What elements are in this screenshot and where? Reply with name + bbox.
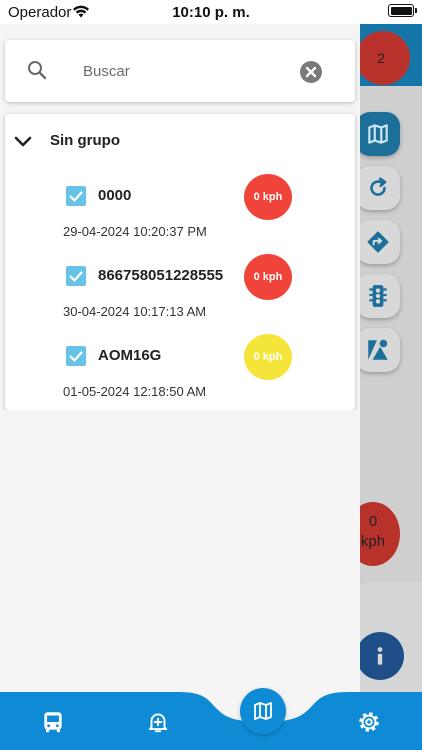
nav-vehicles[interactable] xyxy=(35,704,71,740)
traffic-light-icon xyxy=(369,285,387,307)
directions-icon xyxy=(367,231,389,253)
vehicle-checkbox[interactable] xyxy=(66,346,86,366)
nav-settings[interactable] xyxy=(351,704,387,740)
bus-icon xyxy=(44,712,62,733)
vehicle-speed-badge: 0 kph xyxy=(244,334,292,380)
chevron-down-icon[interactable] xyxy=(13,132,33,152)
group-title: Sin grupo xyxy=(50,132,120,149)
clear-icon[interactable] xyxy=(299,60,323,84)
settings-icon xyxy=(359,712,379,732)
notification-badge[interactable]: 2 xyxy=(356,31,410,85)
vehicle-name: 0000 xyxy=(98,187,132,204)
vehicle-speed-badge: 0 kph xyxy=(244,254,292,300)
directions-button[interactable] xyxy=(356,220,400,264)
group-header[interactable]: Sin grupo xyxy=(5,114,355,166)
refresh-button[interactable] xyxy=(356,166,400,210)
info-icon xyxy=(377,647,383,665)
search-bar xyxy=(5,40,355,102)
search-icon xyxy=(28,61,47,80)
checkmark-icon xyxy=(69,271,83,282)
bottom-navigation xyxy=(0,692,422,750)
map-icon xyxy=(254,702,272,720)
vehicle-name: AOM16G xyxy=(98,347,162,364)
refresh-icon xyxy=(370,177,387,196)
battery-icon xyxy=(388,4,417,17)
checkmark-icon xyxy=(69,351,83,362)
traffic-button[interactable] xyxy=(356,274,400,318)
vehicle-row[interactable]: 0000 0 kph 29-04-2024 10:20:37 PM xyxy=(5,174,355,254)
vehicle-row[interactable]: 866758051228555 0 kph 30-04-2024 10:17:1… xyxy=(5,254,355,334)
alert-bell-icon xyxy=(148,713,168,733)
vehicle-speed: 0 kph xyxy=(253,271,283,283)
layers-icon xyxy=(368,339,388,360)
vehicle-last-update: 30-04-2024 10:17:13 AM xyxy=(63,304,207,319)
vehicle-drawer: Sin grupo 0000 0 kph 29-04-2024 10:20:37… xyxy=(0,24,360,750)
map-type-button[interactable] xyxy=(356,112,400,156)
nav-map[interactable] xyxy=(240,688,286,734)
notification-count: 2 xyxy=(377,50,385,66)
checkmark-icon xyxy=(69,191,83,202)
vehicle-group: Sin grupo 0000 0 kph 29-04-2024 10:20:37… xyxy=(5,114,355,410)
vehicle-name: 866758051228555 xyxy=(98,267,224,284)
vehicle-checkbox[interactable] xyxy=(66,186,86,206)
vehicle-checkbox[interactable] xyxy=(66,266,86,286)
info-button[interactable] xyxy=(356,632,404,680)
search-input[interactable] xyxy=(83,56,283,86)
vehicle-speed-badge: 0 kph xyxy=(244,174,292,220)
vehicle-last-update: 29-04-2024 10:20:37 PM xyxy=(63,224,207,239)
vehicle-speed: 0 kph xyxy=(253,191,283,203)
vehicle-speed: 0 kph xyxy=(253,351,283,363)
map-icon xyxy=(368,124,388,144)
vehicle-last-update: 01-05-2024 12:18:50 AM xyxy=(63,384,207,399)
status-bar: Operador 10:10 p. m. xyxy=(0,0,422,24)
clock: 10:10 p. m. xyxy=(172,4,250,21)
layers-button[interactable] xyxy=(356,328,400,372)
vehicle-row[interactable]: AOM16G 0 kph 01-05-2024 12:18:50 AM xyxy=(5,334,355,414)
nav-alerts[interactable] xyxy=(140,704,176,740)
